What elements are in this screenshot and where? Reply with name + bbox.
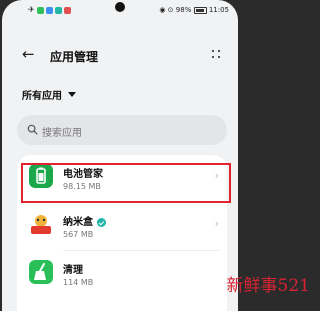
chevron-right-icon: › [214,217,219,230]
filter-label: 所有应用 [22,91,62,102]
page-title: 应用管理 [50,50,99,64]
search-input[interactable]: 搜索应用 [17,115,227,145]
app-name: 纳米盒 [63,217,93,228]
watermark: 新鲜事521 [226,276,310,296]
app-row-cleaner[interactable]: 清理 114 MB [17,251,227,299]
status-left-icons: ✈ [28,6,71,14]
search-icon [27,124,38,135]
app-name: 清理 [63,265,83,276]
app-name-with-badge: 纳米盒 [63,213,106,228]
phone-screen: ✈ ◉ ⊙ 98% 11:05 ← 应用管理 所有应用 搜索应用 电池管家 98… [2,0,238,311]
camera-cutout [115,2,125,12]
notification-app-icon [45,6,53,14]
page-header: ← 应用管理 [2,44,238,68]
broom-app-icon [29,260,53,284]
verified-icon [97,217,106,227]
app-row-nanohe[interactable]: 纳米盒 567 MB › [17,203,227,251]
caret-down-icon [68,92,76,97]
app-filter-dropdown[interactable]: 所有应用 [22,87,76,102]
battery-icon [193,6,207,14]
notification-app-icon [36,6,44,14]
clock: 11:05 [208,6,229,14]
airplane-icon: ✈ [28,5,35,14]
search-placeholder: 搜索应用 [42,128,82,139]
app-size: 567 MB [63,230,94,239]
arrow-left-icon[interactable]: ← [22,46,35,62]
battery-percent: 98% [175,6,192,14]
app-size: 114 MB [63,278,94,287]
nanohe-app-icon [29,212,53,236]
highlight-box [21,163,231,203]
notification-app-icon [63,6,71,14]
signal-icon: ◉ ⊙ [159,6,174,14]
notification-app-icon [54,6,62,14]
status-right: ◉ ⊙ 98% 11:05 [159,6,229,14]
status-bar: ✈ ◉ ⊙ 98% 11:05 [2,0,238,22]
more-dots-icon[interactable] [212,48,222,60]
